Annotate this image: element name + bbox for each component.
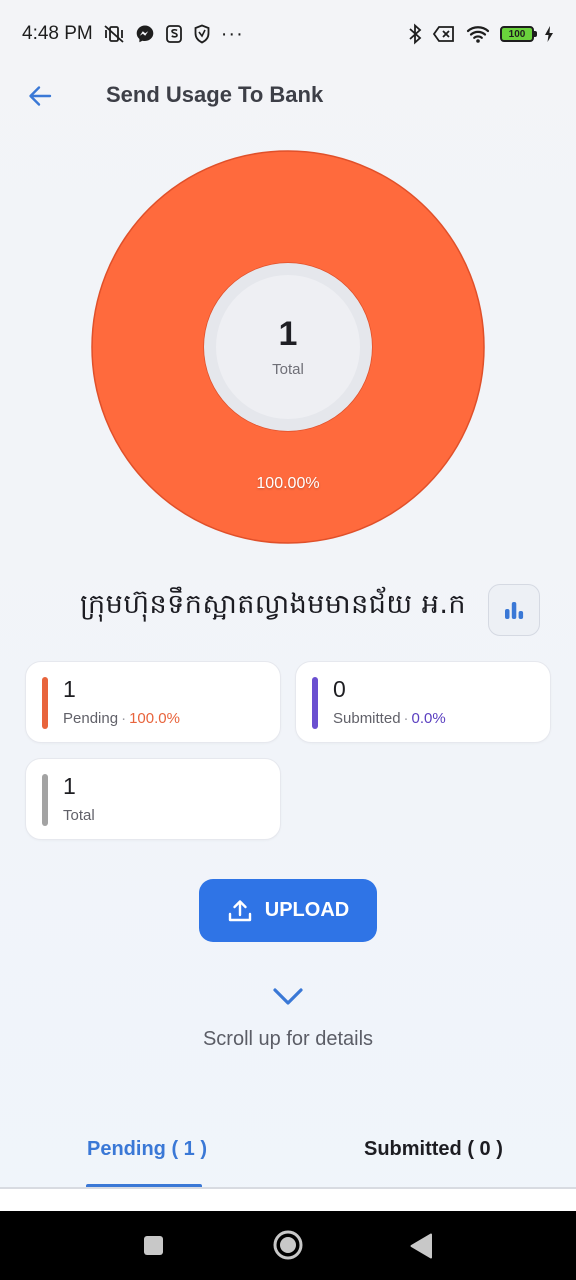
stat-card-pending: 1 Pending · 100.0% — [25, 661, 281, 743]
company-name: ក្រុមហ៊ុនទឹកស្អាតល្វាងមមានជ័យ អ.ក — [80, 589, 467, 620]
upload-button[interactable]: UPLOAD — [199, 879, 377, 942]
shield-app-icon — [193, 24, 211, 44]
square-icon — [144, 1236, 163, 1255]
submitted-color-bar — [312, 677, 318, 729]
arrow-left-icon — [29, 86, 52, 106]
total-sub: Total — [63, 807, 95, 824]
tab-pending[interactable]: Pending ( 1 ) — [87, 1138, 207, 1178]
donut-center: 1 Total — [214, 273, 362, 421]
donut-total-value: 1 — [278, 314, 298, 353]
back-button[interactable] — [22, 80, 58, 112]
donut-total-label: Total — [272, 360, 304, 378]
slice-label-pending: 100.00% — [256, 475, 320, 492]
stat-card-submitted: 0 Submitted · 0.0% — [295, 661, 551, 743]
messenger-icon — [135, 24, 155, 44]
submitted-percent: 0.0% — [411, 710, 446, 727]
pending-color-bar — [42, 677, 48, 729]
system-back-button[interactable] — [410, 1233, 432, 1264]
status-bar: 4:48 PM ··· 100 — [0, 0, 576, 68]
more-notifications-icon: ··· — [220, 22, 244, 45]
status-left: 4:48 PM ··· — [22, 23, 244, 46]
total-label: Total — [63, 807, 95, 824]
tab-submitted[interactable]: Submitted ( 0 ) — [364, 1138, 503, 1178]
pending-label: Pending — [63, 710, 119, 727]
chart-toggle-button[interactable] — [488, 584, 540, 636]
recents-button[interactable] — [143, 1235, 164, 1261]
upload-icon — [228, 899, 251, 921]
triangle-back-icon — [410, 1233, 432, 1259]
separator-dot: · — [403, 710, 409, 727]
pending-sub: Pending · 100.0% — [63, 710, 180, 727]
submitted-label: Submitted — [333, 710, 401, 727]
usage-donut-chart: 1 Total 100.00% — [90, 149, 486, 545]
submitted-count: 0 — [333, 676, 346, 702]
wifi-icon — [466, 24, 490, 44]
pending-percent: 100.0% — [129, 710, 180, 727]
charging-icon — [544, 25, 554, 43]
app-s-icon — [165, 24, 183, 44]
no-sim-icon — [432, 24, 456, 44]
status-time: 4:48 PM — [22, 23, 93, 44]
tab-content — [0, 1189, 576, 1211]
app-bar: Send Usage To Bank — [0, 68, 576, 124]
battery-icon: 100 — [500, 26, 537, 42]
pending-count: 1 — [63, 676, 76, 702]
scroll-hint: Scroll up for details — [202, 1028, 374, 1050]
separator-dot: · — [121, 710, 127, 727]
stat-card-total: 1 Total — [25, 758, 281, 840]
home-button[interactable] — [272, 1229, 304, 1266]
upload-label: UPLOAD — [264, 899, 350, 921]
page-title: Send Usage To Bank — [106, 82, 324, 107]
circle-home-icon — [273, 1230, 303, 1260]
bluetooth-icon — [408, 23, 422, 45]
total-color-bar — [42, 774, 48, 826]
bar-chart-icon — [505, 602, 524, 619]
system-nav-bar — [0, 1211, 576, 1280]
total-count: 1 — [63, 773, 76, 799]
submitted-sub: Submitted · 0.0% — [333, 710, 446, 727]
chevron-down-icon[interactable] — [272, 986, 304, 1008]
vibrate-off-icon — [103, 24, 125, 44]
status-right: 100 — [408, 23, 554, 45]
